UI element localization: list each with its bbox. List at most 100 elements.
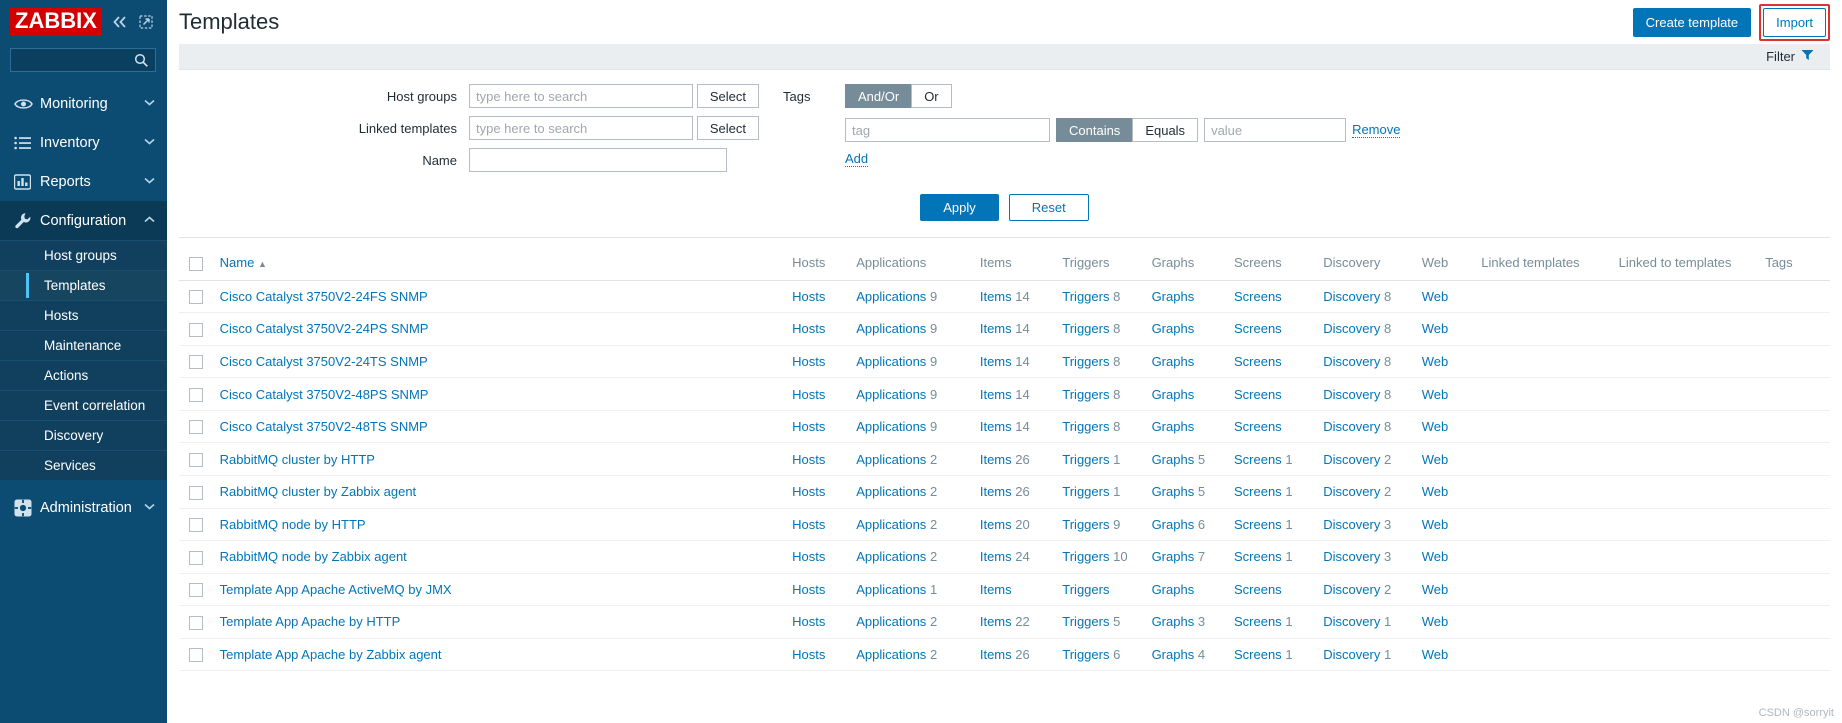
template-name-link[interactable]: Cisco Catalyst 3750V2-24FS SNMP — [220, 289, 428, 304]
discovery-link[interactable]: Discovery — [1323, 452, 1380, 467]
discovery-link[interactable]: Discovery — [1323, 549, 1380, 564]
tag-match-equals-button[interactable]: Equals — [1132, 118, 1199, 142]
row-checkbox[interactable] — [189, 322, 203, 337]
applications-link[interactable]: Applications — [856, 387, 926, 402]
hosts-link[interactable]: Hosts — [792, 517, 825, 532]
triggers-link[interactable]: Triggers — [1062, 517, 1109, 532]
sidebar-subitem-services[interactable]: Services — [0, 450, 167, 480]
sidebar-item-reports[interactable]: Reports — [0, 162, 167, 201]
sidebar-subitem-templates[interactable]: Templates — [0, 270, 167, 300]
row-checkbox[interactable] — [189, 550, 203, 565]
items-link[interactable]: Items — [980, 647, 1012, 662]
screens-link[interactable]: Screens — [1234, 647, 1282, 662]
sidebar-subitem-host-groups[interactable]: Host groups — [0, 240, 167, 270]
screens-link[interactable]: Screens — [1234, 614, 1282, 629]
hosts-link[interactable]: Hosts — [792, 387, 825, 402]
row-checkbox[interactable] — [189, 452, 203, 467]
tag-value-input[interactable] — [1204, 118, 1347, 142]
graphs-link[interactable]: Graphs — [1152, 354, 1195, 369]
applications-link[interactable]: Applications — [856, 614, 926, 629]
tag-add-link[interactable]: Add — [845, 151, 869, 167]
triggers-link[interactable]: Triggers — [1062, 614, 1109, 629]
header-name-sort-link[interactable]: Name — [220, 255, 255, 270]
import-button[interactable]: Import — [1763, 7, 1826, 37]
sidebar-search[interactable] — [0, 44, 167, 82]
search-input[interactable] — [10, 48, 156, 72]
apply-button[interactable]: Apply — [920, 194, 999, 221]
linked-templates-select-button[interactable]: Select — [696, 116, 759, 140]
row-checkbox[interactable] — [189, 518, 203, 533]
screens-link[interactable]: Screens — [1234, 452, 1282, 467]
items-link[interactable]: Items — [980, 354, 1012, 369]
discovery-link[interactable]: Discovery — [1323, 517, 1380, 532]
row-checkbox[interactable] — [189, 355, 203, 370]
applications-link[interactable]: Applications — [856, 549, 926, 564]
graphs-link[interactable]: Graphs — [1152, 419, 1195, 434]
chevron-down-icon[interactable] — [144, 502, 155, 513]
triggers-link[interactable]: Triggers — [1062, 452, 1109, 467]
discovery-link[interactable]: Discovery — [1323, 289, 1380, 304]
applications-link[interactable]: Applications — [856, 517, 926, 532]
web-link[interactable]: Web — [1422, 614, 1449, 629]
row-checkbox[interactable] — [189, 387, 203, 402]
items-link[interactable]: Items — [980, 614, 1012, 629]
graphs-link[interactable]: Graphs — [1152, 289, 1195, 304]
triggers-link[interactable]: Triggers — [1062, 419, 1109, 434]
graphs-link[interactable]: Graphs — [1152, 484, 1195, 499]
triggers-link[interactable]: Triggers — [1062, 484, 1109, 499]
hosts-link[interactable]: Hosts — [792, 484, 825, 499]
discovery-link[interactable]: Discovery — [1323, 582, 1380, 597]
template-name-link[interactable]: RabbitMQ node by Zabbix agent — [220, 549, 407, 564]
sidebar-item-inventory[interactable]: Inventory — [0, 123, 167, 162]
template-name-link[interactable]: RabbitMQ cluster by Zabbix agent — [220, 484, 417, 499]
tag-remove-link[interactable]: Remove — [1352, 122, 1401, 138]
discovery-link[interactable]: Discovery — [1323, 484, 1380, 499]
sidebar-subitem-hosts[interactable]: Hosts — [0, 300, 167, 330]
chevron-up-icon[interactable] — [144, 215, 155, 226]
hosts-link[interactable]: Hosts — [792, 549, 825, 564]
template-name-link[interactable]: Template App Apache by Zabbix agent — [220, 647, 442, 662]
row-checkbox[interactable] — [189, 648, 203, 663]
items-link[interactable]: Items — [980, 289, 1012, 304]
hosts-link[interactable]: Hosts — [792, 582, 825, 597]
discovery-link[interactable]: Discovery — [1323, 387, 1380, 402]
template-name-link[interactable]: Cisco Catalyst 3750V2-24TS SNMP — [220, 354, 428, 369]
screens-link[interactable]: Screens — [1234, 289, 1282, 304]
template-name-link[interactable]: RabbitMQ cluster by HTTP — [220, 452, 375, 467]
sidebar-subitem-actions[interactable]: Actions — [0, 360, 167, 390]
items-link[interactable]: Items — [980, 517, 1012, 532]
sidebar-item-configuration[interactable]: Configuration — [0, 201, 167, 240]
screens-link[interactable]: Screens — [1234, 549, 1282, 564]
discovery-link[interactable]: Discovery — [1323, 321, 1380, 336]
name-input[interactable] — [469, 148, 727, 172]
items-link[interactable]: Items — [980, 549, 1012, 564]
sidebar-subitem-event-correlation[interactable]: Event correlation — [0, 390, 167, 420]
hosts-link[interactable]: Hosts — [792, 419, 825, 434]
select-all-checkbox[interactable] — [189, 256, 203, 271]
graphs-link[interactable]: Graphs — [1152, 387, 1195, 402]
hosts-link[interactable]: Hosts — [792, 452, 825, 467]
triggers-link[interactable]: Triggers — [1062, 647, 1109, 662]
sidebar-item-administration[interactable]: Administration — [0, 488, 167, 527]
graphs-link[interactable]: Graphs — [1152, 452, 1195, 467]
items-link[interactable]: Items — [980, 484, 1012, 499]
web-link[interactable]: Web — [1422, 387, 1449, 402]
applications-link[interactable]: Applications — [856, 582, 926, 597]
screens-link[interactable]: Screens — [1234, 321, 1282, 336]
sidebar-item-monitoring[interactable]: Monitoring — [0, 84, 167, 123]
filter-bar[interactable]: Filter — [179, 44, 1830, 70]
hosts-link[interactable]: Hosts — [792, 321, 825, 336]
applications-link[interactable]: Applications — [856, 484, 926, 499]
template-name-link[interactable]: Template App Apache by HTTP — [220, 614, 401, 629]
applications-link[interactable]: Applications — [856, 354, 926, 369]
triggers-link[interactable]: Triggers — [1062, 289, 1109, 304]
row-checkbox[interactable] — [189, 485, 203, 500]
sidebar-subitem-maintenance[interactable]: Maintenance — [0, 330, 167, 360]
discovery-link[interactable]: Discovery — [1323, 647, 1380, 662]
triggers-link[interactable]: Triggers — [1062, 582, 1109, 597]
graphs-link[interactable]: Graphs — [1152, 582, 1195, 597]
graphs-link[interactable]: Graphs — [1152, 321, 1195, 336]
applications-link[interactable]: Applications — [856, 419, 926, 434]
create-template-button[interactable]: Create template — [1632, 7, 1752, 37]
tags-operator-andor-button[interactable]: And/Or — [845, 84, 913, 108]
